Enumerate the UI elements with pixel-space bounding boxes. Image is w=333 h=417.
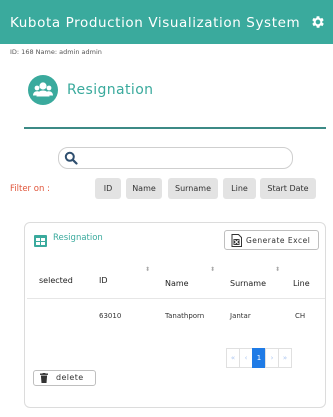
filter-chip-name[interactable]: Name [126,178,162,199]
column-header-surname[interactable]: Surname [230,279,266,288]
trash-icon [40,373,48,383]
gear-icon[interactable] [310,14,326,30]
column-header-name[interactable]: Name [165,279,189,288]
excel-file-icon [231,234,242,247]
column-header-line[interactable]: Line [293,279,310,288]
page-title: Resignation [67,82,154,98]
delete-button[interactable]: delete [33,370,96,386]
users-icon [28,75,58,105]
search-input[interactable] [83,150,283,166]
sort-icon[interactable]: ⬍ [275,266,280,273]
first-page-button[interactable]: « [226,348,240,368]
cell-id: 63010 [99,312,122,320]
filter-chip-start-date[interactable]: Start Date [260,178,316,199]
search-bar[interactable] [58,147,293,169]
top-app-bar: Kubota Production Visualization System [0,0,333,44]
previous-page-button[interactable]: ‹ [239,348,253,368]
header-divider [24,127,326,129]
filter-chip-id[interactable]: ID [95,178,121,199]
generate-excel-button[interactable]: Generate Excel [224,230,319,250]
filter-label: Filter on : [10,184,50,194]
page-1-button[interactable]: 1 [252,348,266,368]
pagination: « ‹ 1 › » [226,348,292,368]
table-icon [34,235,47,247]
card-title: Resignation [53,233,103,243]
filter-chip-surname[interactable]: Surname [168,178,218,199]
resignation-card: Resignation Generate Excel selected ID ⬍… [24,222,326,408]
user-info: ID: 168 Name: admin admin [10,48,102,56]
cell-name: Tanathporn [165,312,205,320]
column-header-id[interactable]: ID [99,276,108,285]
app-title: Kubota Production Visualization System [10,15,301,31]
cell-line: CH [295,312,306,320]
search-icon [64,151,78,165]
generate-excel-label: Generate Excel [246,236,311,245]
filter-chip-line[interactable]: Line [223,178,256,199]
next-page-button[interactable]: › [265,348,279,368]
cell-surname: Jantar [230,312,251,320]
last-page-button[interactable]: » [278,348,292,368]
column-header-selected: selected [39,276,73,285]
sort-icon[interactable]: ⬍ [210,266,215,273]
sort-icon[interactable]: ⬍ [145,266,150,273]
delete-label: delete [56,373,84,382]
header-row-divider [27,298,325,299]
